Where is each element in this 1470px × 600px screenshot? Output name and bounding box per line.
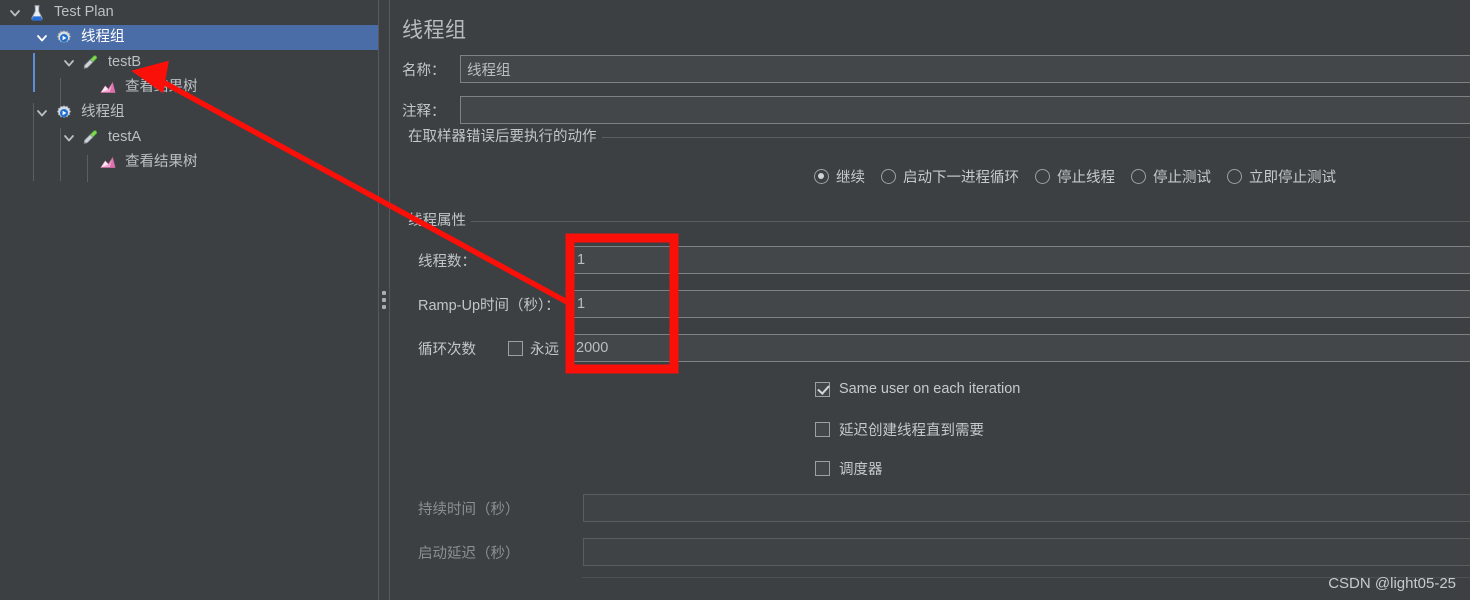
same-user-row[interactable]: Same user on each iteration — [815, 381, 1020, 397]
on-sampler-error-radio-group[interactable]: 继续 启动下一进程循环 停止线程 停止测试 立即停止测试 — [814, 166, 1352, 187]
radio-start-next-loop[interactable]: 启动下一进程循环 — [881, 166, 1019, 187]
panel-splitter[interactable] — [378, 0, 390, 600]
comment-input[interactable] — [460, 96, 1470, 124]
thread-properties-group: 线程属性 — [402, 212, 1470, 232]
tree-node-sampler-testa[interactable]: testA — [0, 125, 378, 150]
duration-input[interactable] — [583, 494, 1470, 522]
view-results-tree-icon — [97, 77, 119, 99]
tree-node-thread-group-2[interactable]: 线程组 — [0, 100, 378, 125]
radio-label: 启动下一进程循环 — [903, 170, 1019, 186]
radio-label: 停止测试 — [1153, 170, 1211, 186]
radio-stop-test-now[interactable]: 立即停止测试 — [1227, 166, 1336, 187]
delay-thread-creation-row[interactable]: 延迟创建线程直到需要 — [815, 419, 984, 440]
watermark: CSDN @light05-25 — [1328, 575, 1456, 592]
radio-button-icon[interactable] — [881, 169, 896, 184]
thread-group-icon — [53, 102, 75, 124]
radio-button-icon[interactable] — [1227, 169, 1242, 184]
test-plan-tree-panel[interactable]: Test Plan 线程组 testB 查看结果树 线程组 testA 查看结果… — [0, 0, 378, 600]
startup-delay-input[interactable] — [583, 538, 1470, 566]
tree-node-test-plan[interactable]: Test Plan — [0, 0, 378, 25]
radio-continue[interactable]: 继续 — [814, 166, 865, 187]
name-label: 名称： — [402, 62, 446, 79]
comment-label: 注释： — [402, 103, 446, 120]
ramp-up-label: Ramp-Up时间（秒）： — [418, 297, 560, 314]
on-sampler-error-group-label: 在取样器错误后要执行的动作 — [402, 128, 602, 147]
tree-node-sampler-testb[interactable]: testB — [0, 50, 378, 75]
tree-node-thread-group-1[interactable]: 线程组 — [0, 25, 378, 50]
chevron-down-icon[interactable] — [4, 0, 26, 25]
tree-node-label: testB — [108, 54, 142, 71]
thread-properties-group-label: 线程属性 — [402, 212, 471, 231]
tree-node-label: 查看结果树 — [125, 79, 198, 96]
thread-count-input[interactable] — [570, 246, 1470, 274]
thread-group-config-panel: 线程组 名称： 注释： 在取样器错误后要执行的动作 继续 启动下一进程循环 — [390, 0, 1470, 600]
ramp-up-input[interactable] — [570, 290, 1470, 318]
splitter-grip-icon — [382, 291, 386, 309]
loop-count-label: 循环次数 — [418, 341, 476, 358]
sampler-icon — [80, 127, 102, 149]
on-sampler-error-group: 在取样器错误后要执行的动作 — [402, 128, 1470, 148]
radio-label: 停止线程 — [1057, 170, 1115, 186]
loop-count-row: 循环次数 永远 — [418, 334, 1470, 362]
tree-node-view-results-tree-2[interactable]: 查看结果树 — [0, 150, 378, 175]
tree-node-label: Test Plan — [54, 4, 114, 21]
tree-node-view-results-tree-1[interactable]: 查看结果树 — [0, 75, 378, 100]
thread-group-icon — [53, 27, 75, 49]
duration-label: 持续时间（秒） — [418, 501, 520, 518]
tree-node-label: testA — [108, 129, 142, 146]
jmeter-window: Test Plan 线程组 testB 查看结果树 线程组 testA 查看结果… — [0, 0, 1470, 600]
tree-node-label: 线程组 — [81, 104, 125, 121]
forever-checkbox[interactable] — [508, 340, 523, 356]
startup-delay-row: 启动延迟（秒） — [418, 538, 1470, 566]
delay-thread-creation-checkbox[interactable] — [815, 422, 830, 437]
same-user-label: Same user on each iteration — [839, 381, 1021, 397]
thread-count-row: 线程数： — [418, 246, 1470, 274]
loop-count-input[interactable] — [569, 334, 1470, 362]
same-user-checkbox[interactable] — [815, 381, 830, 397]
chevron-down-icon[interactable] — [58, 125, 80, 150]
name-field-row: 名称： — [402, 55, 1470, 83]
delay-thread-creation-label: 延迟创建线程直到需要 — [839, 423, 984, 439]
radio-stop-thread[interactable]: 停止线程 — [1035, 166, 1115, 187]
view-results-tree-icon — [97, 152, 119, 174]
chevron-down-icon[interactable] — [31, 100, 53, 125]
duration-row: 持续时间（秒） — [418, 494, 1470, 522]
radio-label: 立即停止测试 — [1249, 170, 1336, 186]
group-border-line — [402, 221, 1470, 222]
scheduler-checkbox[interactable] — [815, 461, 830, 476]
tree-node-label: 查看结果树 — [125, 154, 198, 171]
thread-count-label: 线程数： — [418, 253, 476, 270]
name-input[interactable] — [460, 55, 1470, 83]
chevron-down-icon[interactable] — [31, 25, 53, 50]
radio-label: 继续 — [836, 170, 865, 186]
radio-button-icon[interactable] — [814, 169, 829, 184]
comment-field-row: 注释： — [402, 96, 1470, 124]
test-plan-icon — [26, 2, 48, 24]
radio-button-icon[interactable] — [1131, 169, 1146, 184]
scheduler-label: 调度器 — [839, 462, 883, 478]
startup-delay-label: 启动延迟（秒） — [418, 545, 520, 562]
sampler-icon — [80, 52, 102, 74]
ramp-up-row: Ramp-Up时间（秒）： — [418, 290, 1470, 318]
radio-button-icon[interactable] — [1035, 169, 1050, 184]
chevron-down-icon[interactable] — [58, 50, 80, 75]
page-title: 线程组 — [402, 19, 467, 42]
tree-node-label: 线程组 — [81, 29, 125, 46]
radio-stop-test[interactable]: 停止测试 — [1131, 166, 1211, 187]
scheduler-row[interactable]: 调度器 — [815, 458, 883, 479]
